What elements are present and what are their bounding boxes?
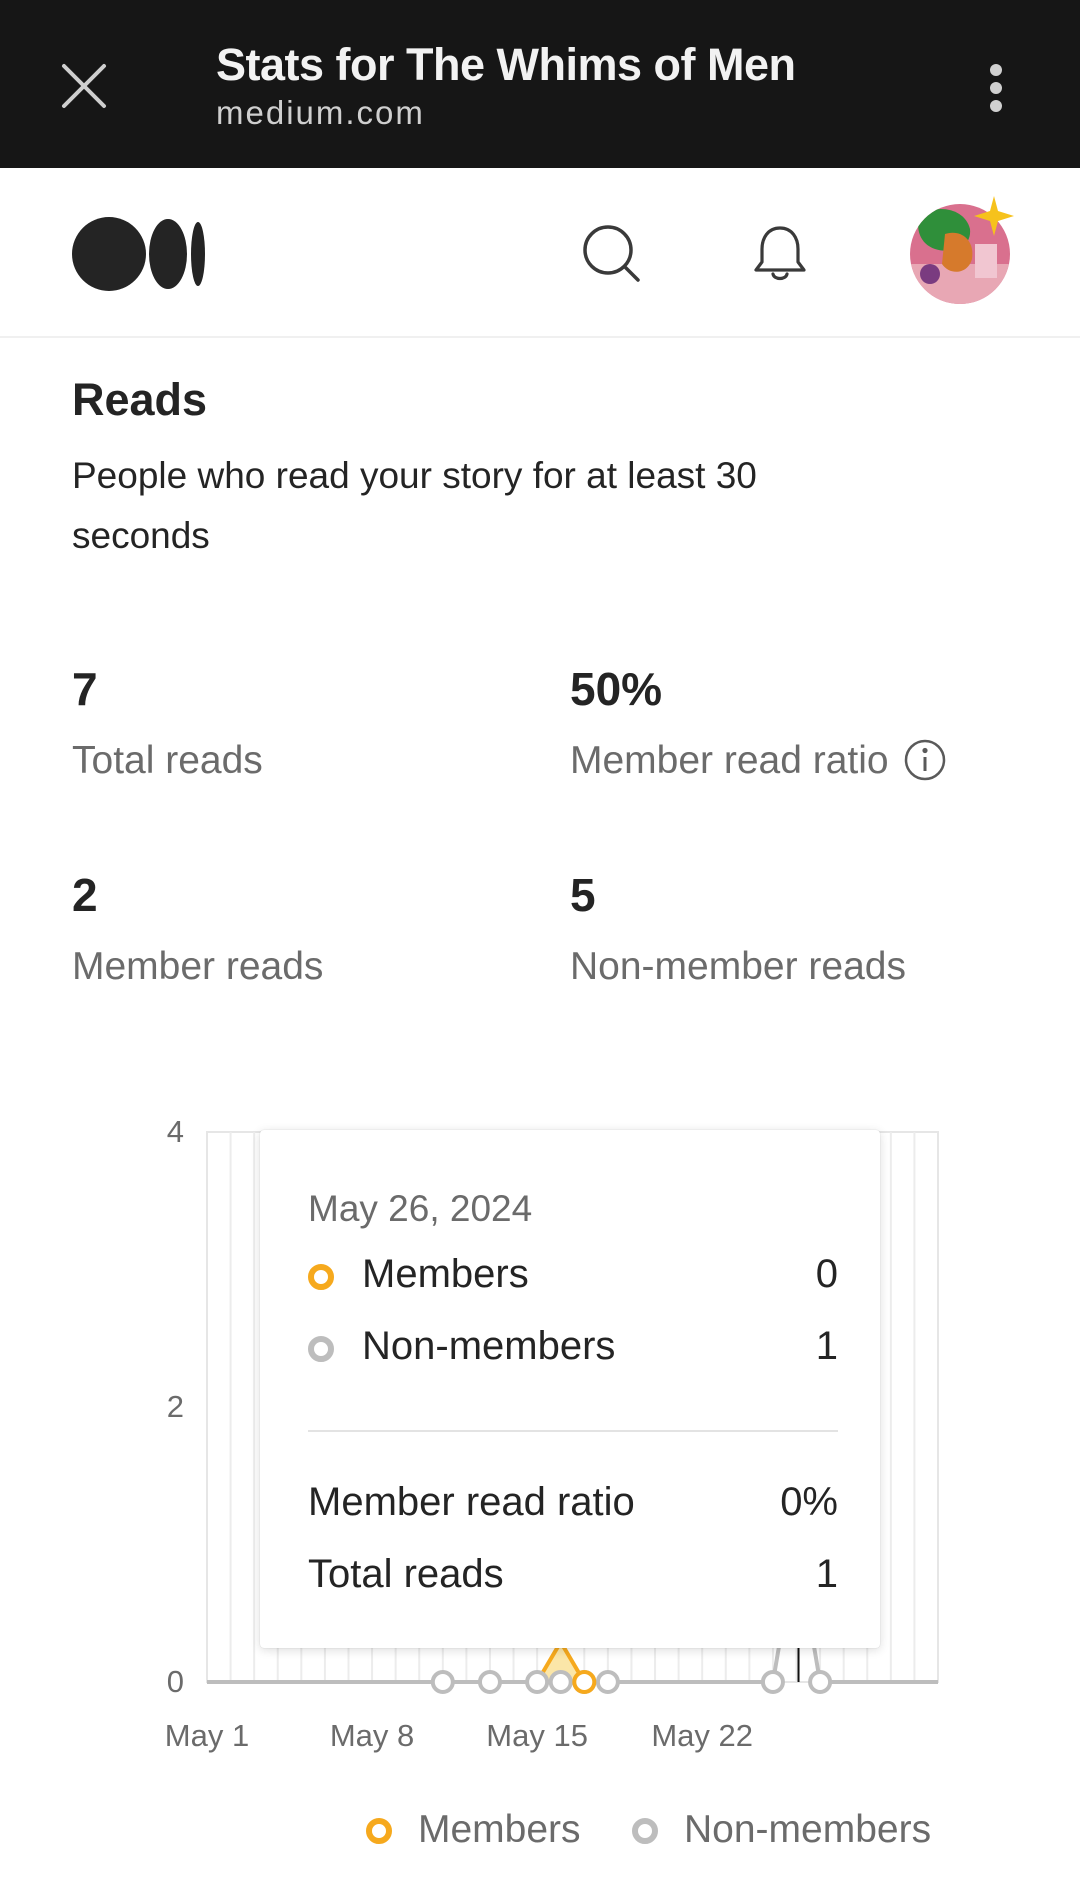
x-tick-label: May 15 — [486, 1718, 588, 1753]
stat-member-read-ratio: 50% Member read ratio — [570, 662, 947, 784]
stat-member-reads: 2 Member reads — [72, 868, 323, 990]
legend-label: Members — [418, 1808, 581, 1851]
stat-label: Member reads — [72, 945, 324, 988]
section-title: Reads — [72, 374, 208, 425]
tooltip-row-value: 1 — [815, 1552, 838, 1596]
medium-logo[interactable] — [72, 216, 206, 292]
data-point-nonmembers — [430, 1670, 455, 1694]
tooltip-row-value: 0 — [815, 1252, 838, 1296]
stat-label: Non-member reads — [570, 945, 906, 988]
members-dot-icon — [366, 1818, 392, 1844]
stat-value: 50% — [570, 663, 663, 715]
page-url: medium.com — [216, 94, 425, 131]
data-point-nonmembers — [808, 1670, 833, 1694]
tooltip-row-value: 1 — [815, 1324, 838, 1368]
nonmembers-dot-icon — [632, 1818, 658, 1844]
stat-value: 5 — [570, 869, 596, 921]
x-tick-label: May 1 — [164, 1718, 250, 1753]
stat-total-reads: 7 Total reads — [72, 662, 263, 784]
chart-tooltip: May 26, 2024 Members 0 Non-members 1 Mem… — [260, 1130, 880, 1648]
data-point-nonmembers — [525, 1670, 550, 1694]
close-icon[interactable] — [58, 60, 110, 112]
stat-label-wrap: Member read ratio — [570, 738, 947, 784]
nonmembers-dot-icon — [308, 1336, 334, 1362]
x-tick-label: May 8 — [329, 1718, 415, 1753]
search-icon[interactable] — [580, 222, 644, 286]
stat-value: 2 — [72, 869, 98, 921]
members-dot-icon — [308, 1264, 334, 1290]
data-point-members — [572, 1670, 597, 1694]
stat-non-member-reads: 5 Non-member reads — [570, 868, 906, 990]
tooltip-row-label: Total reads — [308, 1552, 504, 1596]
section-subtitle: People who read your story for at least … — [72, 455, 757, 556]
tooltip-date: May 26, 2024 — [308, 1188, 533, 1229]
y-tick-label: 0 — [166, 1664, 184, 1699]
bell-icon[interactable] — [748, 222, 812, 286]
tooltip-row-value: 0% — [780, 1480, 838, 1524]
tab-title-block: Stats for The Whims of Men medium.com — [216, 38, 796, 134]
data-point-nonmembers — [548, 1670, 573, 1694]
y-tick-label: 4 — [166, 1114, 184, 1149]
tooltip-row-label: Members — [362, 1252, 529, 1296]
data-point-nonmembers — [477, 1670, 502, 1694]
legend-label: Non-members — [684, 1808, 932, 1851]
data-point-nonmembers — [760, 1670, 785, 1694]
info-icon[interactable] — [903, 738, 947, 782]
custom-tab-bar: Stats for The Whims of Men medium.com — [0, 0, 1080, 168]
x-tick-label: May 22 — [651, 1718, 754, 1753]
data-point-nonmembers — [595, 1670, 620, 1694]
tooltip-row-label: Non-members — [362, 1324, 616, 1368]
stat-label: Member read ratio — [570, 739, 889, 782]
stat-label: Total reads — [72, 739, 263, 782]
page-title: Stats for The Whims of Men — [216, 39, 796, 90]
tooltip-divider — [308, 1430, 838, 1432]
member-star-icon — [974, 196, 1014, 236]
stat-value: 7 — [72, 663, 98, 715]
y-tick-label: 2 — [166, 1389, 184, 1424]
site-header — [0, 168, 1080, 338]
tooltip-row-label: Member read ratio — [308, 1480, 635, 1524]
more-options-icon[interactable] — [976, 62, 1016, 114]
